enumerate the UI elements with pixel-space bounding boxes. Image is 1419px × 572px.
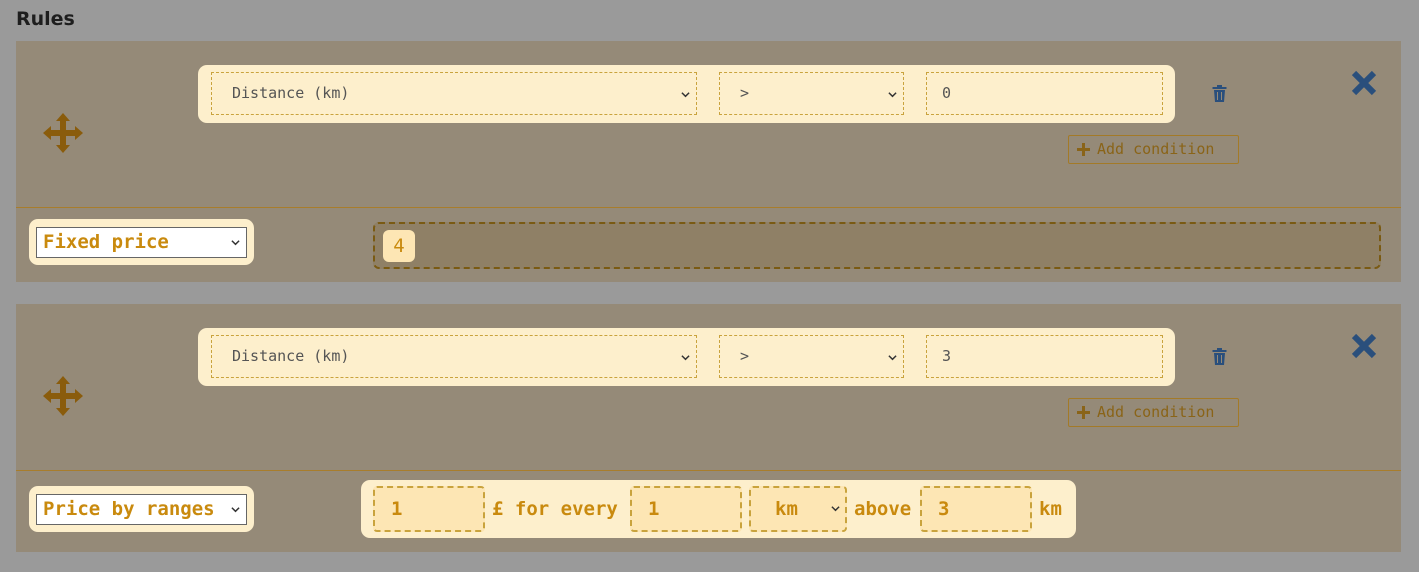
price-ranges-row: 1 £ for every 1 km above 3 km [361,480,1076,538]
chevron-down-icon [888,92,897,98]
range-unit-value: km [775,498,798,520]
chevron-down-icon [231,507,240,513]
condition-operator-select[interactable]: > [719,335,904,378]
range-above-text: above [854,498,912,520]
plus-icon [1077,406,1090,419]
range-amount-input[interactable]: 1 [373,486,485,532]
chevron-down-icon [681,355,690,361]
fixed-price-input[interactable]: 4 [383,230,415,262]
price-type-select[interactable]: Fixed price [36,227,247,258]
range-threshold-input[interactable]: 3 [920,486,1032,532]
condition-operator-select[interactable]: > [719,72,904,115]
condition-operator-value: > [740,84,750,102]
condition-value-input[interactable]: 3 [926,335,1163,378]
move-arrows-icon[interactable] [41,111,85,155]
add-condition-label: Add condition [1097,403,1215,421]
price-type-wrapper: Fixed price [29,219,254,265]
condition-field-value: Distance (km) [232,347,350,365]
price-type-wrapper: Price by ranges [29,486,254,532]
chevron-down-icon [831,506,840,512]
add-condition-label: Add condition [1097,140,1215,158]
range-currency-text: £ for every [492,498,618,520]
condition-field-select[interactable]: Distance (km) [211,335,697,378]
rule-card: Distance (km) > 3 Add condition Price by… [16,304,1401,552]
price-type-select[interactable]: Price by ranges [36,494,247,525]
condition-field-select[interactable]: Distance (km) [211,72,697,115]
trash-icon[interactable] [1211,85,1228,103]
close-x-icon[interactable] [1349,68,1379,98]
add-condition-button[interactable]: Add condition [1068,398,1239,427]
range-unit-select[interactable]: km [749,486,847,532]
chevron-down-icon [231,240,240,246]
trash-icon[interactable] [1211,348,1228,366]
condition-field-value: Distance (km) [232,84,350,102]
condition-operator-value: > [740,347,750,365]
price-type-value: Price by ranges [43,498,215,520]
chevron-down-icon [681,92,690,98]
page-title: Rules [16,8,75,30]
plus-icon [1077,143,1090,156]
range-step-input[interactable]: 1 [630,486,742,532]
fixed-price-dropzone: 4 [373,222,1381,269]
condition-row: Distance (km) > 3 [198,328,1175,386]
range-suffix-unit: km [1039,498,1062,520]
close-x-icon[interactable] [1349,331,1379,361]
condition-value-input[interactable]: 0 [926,72,1163,115]
rule-card: Distance (km) > 0 Add condition Fixed pr… [16,41,1401,282]
price-type-value: Fixed price [43,231,169,253]
add-condition-button[interactable]: Add condition [1068,135,1239,164]
condition-row: Distance (km) > 0 [198,65,1175,123]
chevron-down-icon [888,355,897,361]
move-arrows-icon[interactable] [41,374,85,418]
